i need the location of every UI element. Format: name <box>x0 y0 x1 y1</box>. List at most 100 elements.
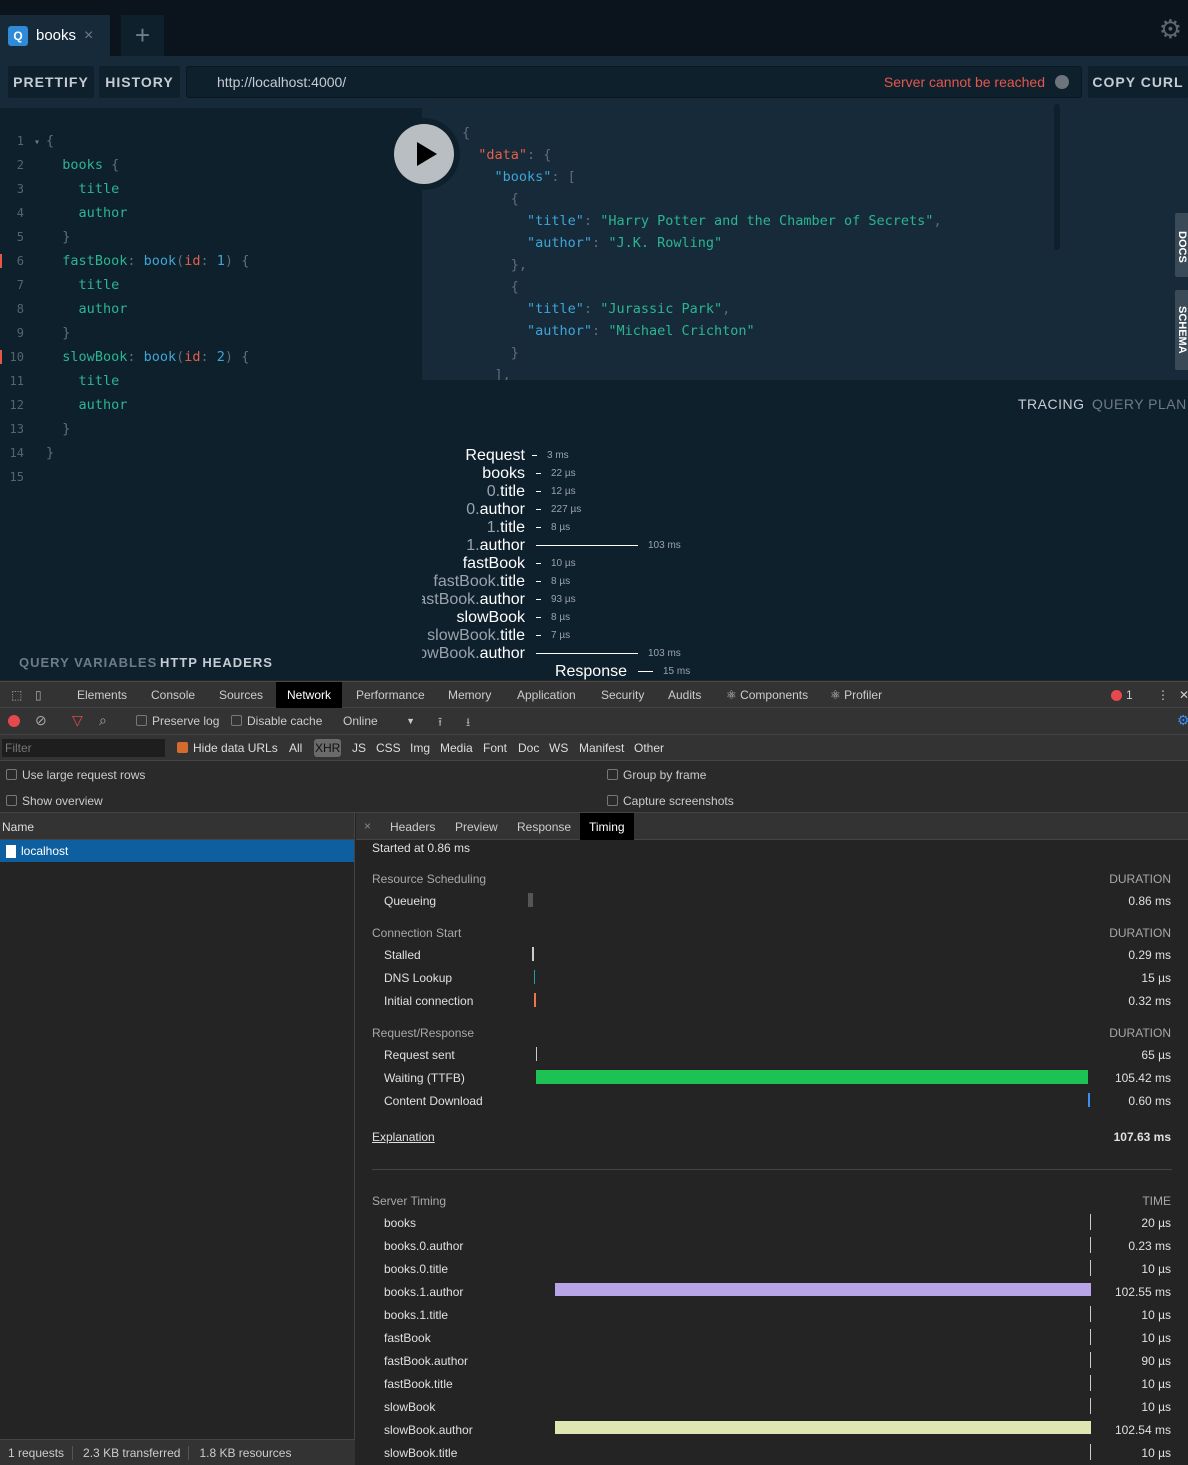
docs-side-tab[interactable]: DOCS <box>1175 213 1188 277</box>
result-scrollbar[interactable] <box>1054 104 1060 250</box>
code-token: books <box>46 157 103 173</box>
hide-data-urls-checkbox[interactable]: Hide data URLs <box>177 741 278 755</box>
device-toolbar-icon[interactable]: ▯ <box>24 682 53 708</box>
server-timing-label: fastBook.title <box>384 1377 453 1391</box>
code-token: ) <box>224 349 242 365</box>
result-token: } <box>462 345 519 361</box>
devtools-tab[interactable]: Memory <box>437 682 502 708</box>
result-token: "author" <box>462 323 593 339</box>
trace-duration: 93 µs <box>551 594 576 605</box>
fold-icon <box>426 210 438 232</box>
code-token: author <box>46 301 128 317</box>
schema-side-tab[interactable]: SCHEMA <box>1175 290 1188 370</box>
resource-type-filter[interactable]: CSS <box>375 739 402 757</box>
trace-bar <box>536 599 541 600</box>
code-line: 1 ▾ { <box>0 130 249 154</box>
resource-type-filter[interactable]: Media <box>439 739 474 757</box>
copy-curl-button[interactable]: COPY CURL <box>1088 66 1188 98</box>
server-timing-bar <box>1090 1352 1091 1368</box>
fold-icon[interactable]: ▾ <box>34 137 46 148</box>
devtools-tab[interactable]: Console <box>140 682 206 708</box>
devtools-tab[interactable]: Sources <box>208 682 274 708</box>
trace-bar <box>536 635 541 636</box>
prettify-button[interactable]: PRETTIFY <box>8 66 94 98</box>
tracing-tab[interactable]: TRACING <box>1018 396 1085 412</box>
close-tab-icon[interactable]: × <box>84 27 93 45</box>
explanation-link[interactable]: Explanation <box>372 1130 435 1144</box>
gear-icon[interactable]: ⚙ <box>1159 14 1182 45</box>
resource-type-filter[interactable]: XHR <box>314 739 342 757</box>
query-tab[interactable]: Q books × <box>0 15 110 56</box>
run-query-button[interactable] <box>388 118 460 190</box>
http-headers-tab[interactable]: HTTP HEADERS <box>160 655 273 670</box>
endpoint-url-input[interactable]: http://localhost:4000/ Server cannot be … <box>186 66 1082 98</box>
server-timing-bar <box>1090 1398 1091 1414</box>
resource-type-filter[interactable]: Other <box>633 739 665 757</box>
error-count: 1 <box>1126 688 1133 702</box>
query-plan-tab[interactable]: QUERY PLAN <box>1092 396 1187 412</box>
result-token: , <box>933 213 942 229</box>
code-token: title <box>46 373 120 389</box>
trace-duration: 3 ms <box>547 450 569 461</box>
import-har-icon[interactable]: ⭱ <box>438 713 442 734</box>
timing-row-value: 0.86 ms <box>1128 894 1171 908</box>
query-variables-tab[interactable]: QUERY VARIABLES <box>19 655 157 670</box>
divider <box>372 1169 1172 1170</box>
server-timing-value: 10 µs <box>1141 1262 1171 1276</box>
filter-input[interactable] <box>2 739 165 757</box>
devtools-tab[interactable]: Network <box>276 682 343 708</box>
request-row[interactable]: localhost <box>0 840 354 862</box>
record-icon[interactable] <box>8 715 20 727</box>
devtools-tab[interactable]: Elements <box>66 682 138 708</box>
error-marker <box>0 350 2 364</box>
group-by-frame-checkbox[interactable]: Group by frame <box>607 768 706 782</box>
history-button[interactable]: HISTORY <box>99 66 180 98</box>
result-token: "Jurassic Park" <box>600 301 723 317</box>
close-devtools-icon[interactable]: ✕ <box>1168 682 1188 708</box>
tab-label: books <box>36 27 77 44</box>
devtools-tab[interactable]: ⚛ Components <box>715 682 819 708</box>
code-token: } <box>46 421 71 437</box>
resource-type-filter[interactable]: All <box>288 739 303 757</box>
status-dot-icon <box>1055 75 1069 89</box>
new-tab-button[interactable]: + <box>121 15 164 56</box>
resource-type-filter[interactable]: JS <box>351 739 367 757</box>
clear-icon[interactable]: ⊘ <box>35 712 47 729</box>
network-settings-icon[interactable]: ⚙ <box>1177 712 1188 729</box>
trace-duration: 103 ms <box>648 540 681 551</box>
error-counter[interactable]: 1 <box>1100 682 1144 708</box>
transferred-size: 2.3 KB transferred <box>73 1445 190 1460</box>
resource-type-filter[interactable]: Doc <box>517 739 540 757</box>
code-line: 14 } <box>0 442 249 466</box>
show-overview-checkbox[interactable]: Show overview <box>6 794 103 808</box>
throttle-select[interactable]: Online ▼ <box>343 714 415 728</box>
trace-label-prefix: fastBook. <box>422 591 480 608</box>
timing-section-title: Connection Start <box>372 926 462 940</box>
large-rows-checkbox[interactable]: Use large request rows <box>6 768 145 782</box>
devtools-tab[interactable]: Performance <box>345 682 436 708</box>
capture-screenshots-checkbox[interactable]: Capture screenshots <box>607 794 734 808</box>
result-token: : <box>592 235 609 251</box>
resource-type-filter[interactable]: Img <box>409 739 431 757</box>
devtools-tab[interactable]: Application <box>506 682 587 708</box>
search-icon[interactable]: ⌕ <box>99 712 107 729</box>
preserve-log-checkbox[interactable]: Preserve log <box>136 714 219 728</box>
filter-icon[interactable]: ▽ <box>72 712 83 729</box>
result-token: , <box>722 301 731 317</box>
code-line: 7 title <box>0 274 249 298</box>
disable-cache-checkbox[interactable]: Disable cache <box>231 714 322 728</box>
export-har-icon[interactable]: ⭳ <box>466 713 470 734</box>
devtools-tab[interactable]: Security <box>590 682 655 708</box>
query-editor[interactable]: 1 ▾ {2 books {3 title 4 author 5 } 6 fastBoo… <box>0 108 422 638</box>
resource-type-filter[interactable]: Font <box>482 739 508 757</box>
result-line: { <box>462 276 942 298</box>
result-token: "books" <box>462 169 552 185</box>
trace-label-name: author <box>479 537 525 554</box>
resource-type-filter[interactable]: Manifest <box>578 739 625 757</box>
resource-type-filter[interactable]: WS <box>548 739 569 757</box>
result-token: }, <box>462 257 528 273</box>
devtools-tab[interactable]: ⚛ Profiler <box>819 682 893 708</box>
name-column-header[interactable]: Name <box>0 813 354 840</box>
devtools-tab[interactable]: Audits <box>657 682 712 708</box>
server-timing-label: slowBook.title <box>384 1446 458 1460</box>
